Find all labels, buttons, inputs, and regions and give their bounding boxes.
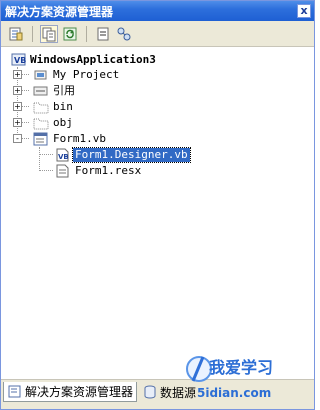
data-sources-icon [144, 385, 156, 399]
refresh-icon [63, 27, 77, 40]
close-button[interactable]: x [297, 4, 311, 18]
expand-references[interactable]: + [13, 86, 22, 95]
bottom-tab-bar: 解决方案资源管理器 数据源 [1, 379, 314, 409]
title-bar: 解决方案资源管理器 x [1, 1, 314, 21]
vb-file-icon: VB [55, 148, 71, 162]
tab-data-sources-label: 数据源 [160, 385, 197, 400]
close-icon: x [300, 4, 308, 17]
tree-item-my-project[interactable]: My Project [51, 68, 121, 82]
properties-icon [9, 27, 23, 40]
view-code-button[interactable] [94, 25, 112, 43]
folder-icon [33, 100, 49, 114]
form-icon [33, 132, 49, 146]
svg-text:VB: VB [14, 56, 26, 65]
show-all-files-icon [42, 27, 56, 41]
my-project-icon [33, 68, 49, 82]
tree-item-form1[interactable]: Form1.vb [51, 132, 108, 146]
collapse-form1[interactable]: - [13, 134, 22, 143]
tree-item-references[interactable]: 引用 [51, 84, 77, 98]
tree-connector [39, 154, 53, 155]
toolbar [1, 21, 314, 47]
toolbar-separator [86, 25, 87, 42]
view-code-icon [97, 27, 109, 40]
vb-project-icon: VB [11, 53, 27, 67]
svg-text:VB: VB [58, 153, 69, 161]
tab-solution-explorer[interactable]: 解决方案资源管理器 [3, 382, 137, 402]
class-diagram-icon [117, 27, 131, 40]
class-diagram-button[interactable] [115, 25, 133, 43]
tree-item-form1-designer[interactable]: Form1.Designer.vb [72, 147, 191, 163]
tree-item-form1-resx[interactable]: Form1.resx [73, 164, 143, 178]
toolbar-separator [32, 25, 33, 42]
expand-bin[interactable]: + [13, 102, 22, 111]
tree-root-label[interactable]: WindowsApplication3 [28, 53, 158, 67]
resx-file-icon [55, 164, 71, 178]
tree-item-obj[interactable]: obj [51, 116, 75, 130]
tree-connector [39, 170, 53, 171]
window-title: 解决方案资源管理器 [5, 4, 114, 19]
tree-connector [39, 147, 40, 171]
references-icon [33, 84, 49, 98]
folder-icon [33, 116, 49, 130]
solution-tree: VB WindowsApplication3 + My Project + 引用 [1, 47, 314, 377]
tree-item-bin[interactable]: bin [51, 100, 75, 114]
properties-button[interactable] [7, 25, 25, 43]
tab-data-sources[interactable]: 数据源 [139, 382, 199, 402]
refresh-button[interactable] [61, 25, 79, 43]
show-all-files-button[interactable] [40, 24, 58, 43]
solution-explorer-window: 解决方案资源管理器 x VB WindowsApplication3 + My … [0, 0, 315, 410]
expand-obj[interactable]: + [13, 118, 22, 127]
solution-explorer-icon [8, 385, 21, 397]
expand-my-project[interactable]: + [13, 70, 22, 79]
tab-solution-explorer-label: 解决方案资源管理器 [25, 385, 134, 399]
